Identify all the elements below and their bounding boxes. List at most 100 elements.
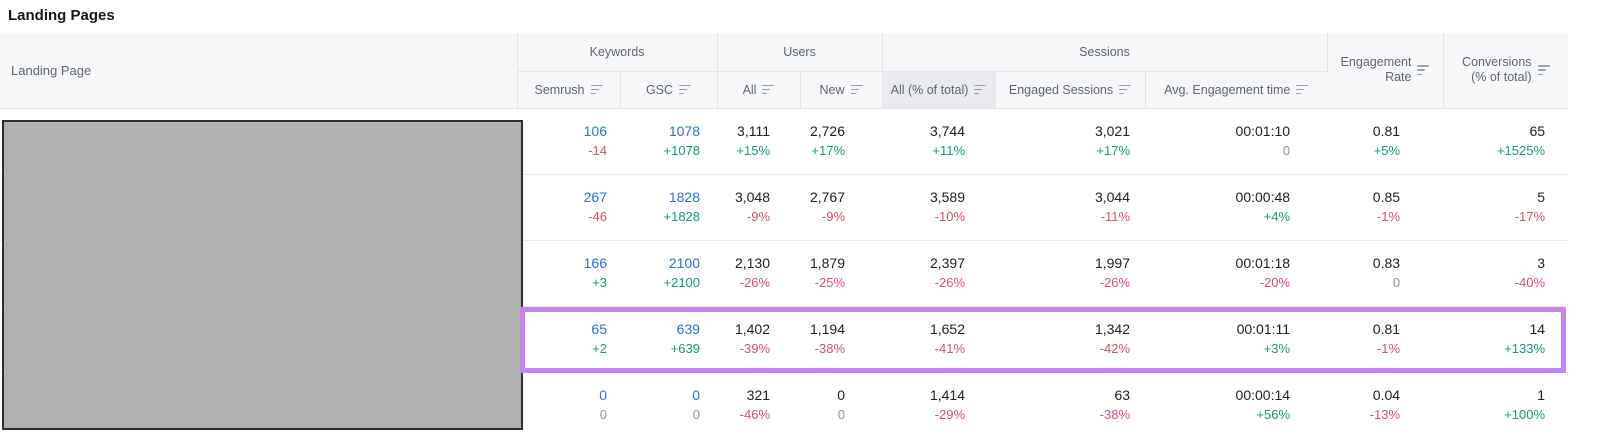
column-header-users-all[interactable]: All [717,71,801,109]
sort-icon[interactable] [679,84,692,95]
column-header-engagement-rate[interactable]: Engagement Rate [1327,33,1444,109]
column-header-conversions[interactable]: Conversions (% of total) [1443,33,1569,109]
metric-delta: 0 [599,407,607,422]
column-header-users-new[interactable]: New [800,71,883,109]
column-header-avg-engagement-time[interactable]: Avg. Engagement time [1145,71,1328,109]
column-header-gsc[interactable]: GSC [620,71,718,109]
metric-value-link[interactable]: 267 [517,187,607,207]
sort-icon[interactable] [762,84,775,95]
metric-cell-rate: 0.81 -1% [1327,306,1444,373]
metric-value: 00:01:11 [1236,321,1291,337]
metric-delta: +3 [592,275,607,290]
metric-cell-sessions_all: 1,414 -29% [882,372,996,438]
metric-value: 0.04 [1372,387,1401,403]
sort-icon[interactable] [590,84,603,95]
metric-delta: +133% [1504,341,1546,356]
metric-delta: -46% [739,407,771,422]
metric-delta: +639 [670,341,701,356]
metric-delta: 0 [837,407,846,422]
metric-delta: -13% [1369,407,1401,422]
metric-delta: +100% [1504,407,1546,422]
metric-cell-conv: 1 +100% [1443,372,1569,438]
metric-cell-avg_time: 00:01:10 0 [1145,108,1328,175]
metric-delta: +17% [811,143,846,158]
metric-value: 00:00:14 [1235,387,1291,403]
sort-icon[interactable] [1537,65,1550,76]
metric-delta: -9% [821,209,846,224]
metric-delta: -46 [588,209,607,224]
column-header-label: Engagement [1340,54,1412,69]
metric-cell-gsc[interactable]: 1078 +1078 [620,108,718,175]
metric-value: 2,397 [929,255,966,271]
metric-value: 0.85 [1372,189,1401,205]
metric-delta: -39% [739,341,771,356]
metric-delta: 0 [692,407,701,422]
column-header-engaged-sessions[interactable]: Engaged Sessions [995,71,1146,109]
metric-cell-semrush[interactable]: 166 +3 [517,240,620,307]
metric-value: 3,021 [1094,123,1131,139]
metric-value: 2,726 [809,123,846,139]
column-header-semrush[interactable]: Semrush [517,71,621,109]
metric-value: 3 [1537,255,1546,271]
metric-cell-semrush[interactable]: 65 +2 [517,306,620,373]
metric-value: 63 [1114,387,1131,403]
sort-icon[interactable] [1296,84,1309,95]
metric-value: 14 [1529,321,1546,337]
sort-icon[interactable] [850,84,863,95]
metric-cell-gsc[interactable]: 00 [620,372,718,438]
column-header-label: Conversions [1462,54,1532,69]
metric-cell-semrush[interactable]: 00 [517,372,620,438]
metric-cell-semrush[interactable]: 106 -14 [517,108,620,175]
column-header-sessions-all[interactable]: All (% of total) [882,71,996,109]
metric-delta: -38% [1099,407,1131,422]
metric-delta: +2100 [663,275,701,290]
metric-value: 1 [1537,387,1546,403]
metric-value-link[interactable]: 1078 [620,121,700,141]
metric-value: 5 [1537,189,1546,205]
sort-icon[interactable] [1119,84,1132,95]
column-header-label: New [819,82,845,97]
group-label: Sessions [1079,44,1130,59]
metric-value: 321 [746,387,771,403]
metric-delta: +1828 [663,209,701,224]
metric-value-link[interactable]: 0 [620,385,700,405]
metric-cell-avg_time: 00:00:14 +56% [1145,372,1328,438]
metric-value-link[interactable]: 2100 [620,253,700,273]
metric-cell-engaged: 63 -38% [995,372,1146,438]
metric-cell-users_all: 3,048 -9% [717,174,801,241]
metric-delta: +17% [1096,143,1131,158]
metric-value-link[interactable]: 1828 [620,187,700,207]
column-header-label: GSC [645,82,674,97]
metric-delta: +1525% [1496,143,1546,158]
metric-cell-engaged: 3,044 -11% [995,174,1146,241]
metric-delta: +1078 [663,143,701,158]
metric-cell-gsc[interactable]: 639 +639 [620,306,718,373]
metric-value: 0.81 [1372,321,1401,337]
column-header-label: Rate [1385,70,1412,85]
column-group-users: Users [717,33,883,72]
metric-delta: -9% [746,209,771,224]
metric-cell-sessions_all: 1,652 -41% [882,306,996,373]
metric-delta: +56% [1256,407,1291,422]
metric-value: 0.83 [1372,255,1401,271]
metric-cell-gsc[interactable]: 1828 +1828 [620,174,718,241]
metric-delta: -26% [739,275,771,290]
sort-icon[interactable] [1417,65,1430,76]
metric-delta: +11% [932,143,966,158]
metric-cell-semrush[interactable]: 267 -46 [517,174,620,241]
metric-value-link[interactable]: 639 [620,319,700,339]
metric-value: 3,589 [929,189,966,205]
metric-delta: -25% [814,275,846,290]
metric-cell-users_new: 2,726 +17% [800,108,883,175]
metric-value-link[interactable]: 106 [517,121,607,141]
column-header-label: (% of total) [1471,70,1532,85]
metric-cell-gsc[interactable]: 2100 +2100 [620,240,718,307]
metric-value: 00:01:10 [1235,123,1291,139]
metric-delta: -29% [934,407,966,422]
sort-icon[interactable] [974,84,987,95]
metric-value-link[interactable]: 0 [517,385,607,405]
metric-value-link[interactable]: 65 [517,319,607,339]
metric-delta: -10% [934,209,966,224]
metric-value-link[interactable]: 166 [517,253,607,273]
metric-cell-conv: 14 +133% [1443,306,1569,373]
